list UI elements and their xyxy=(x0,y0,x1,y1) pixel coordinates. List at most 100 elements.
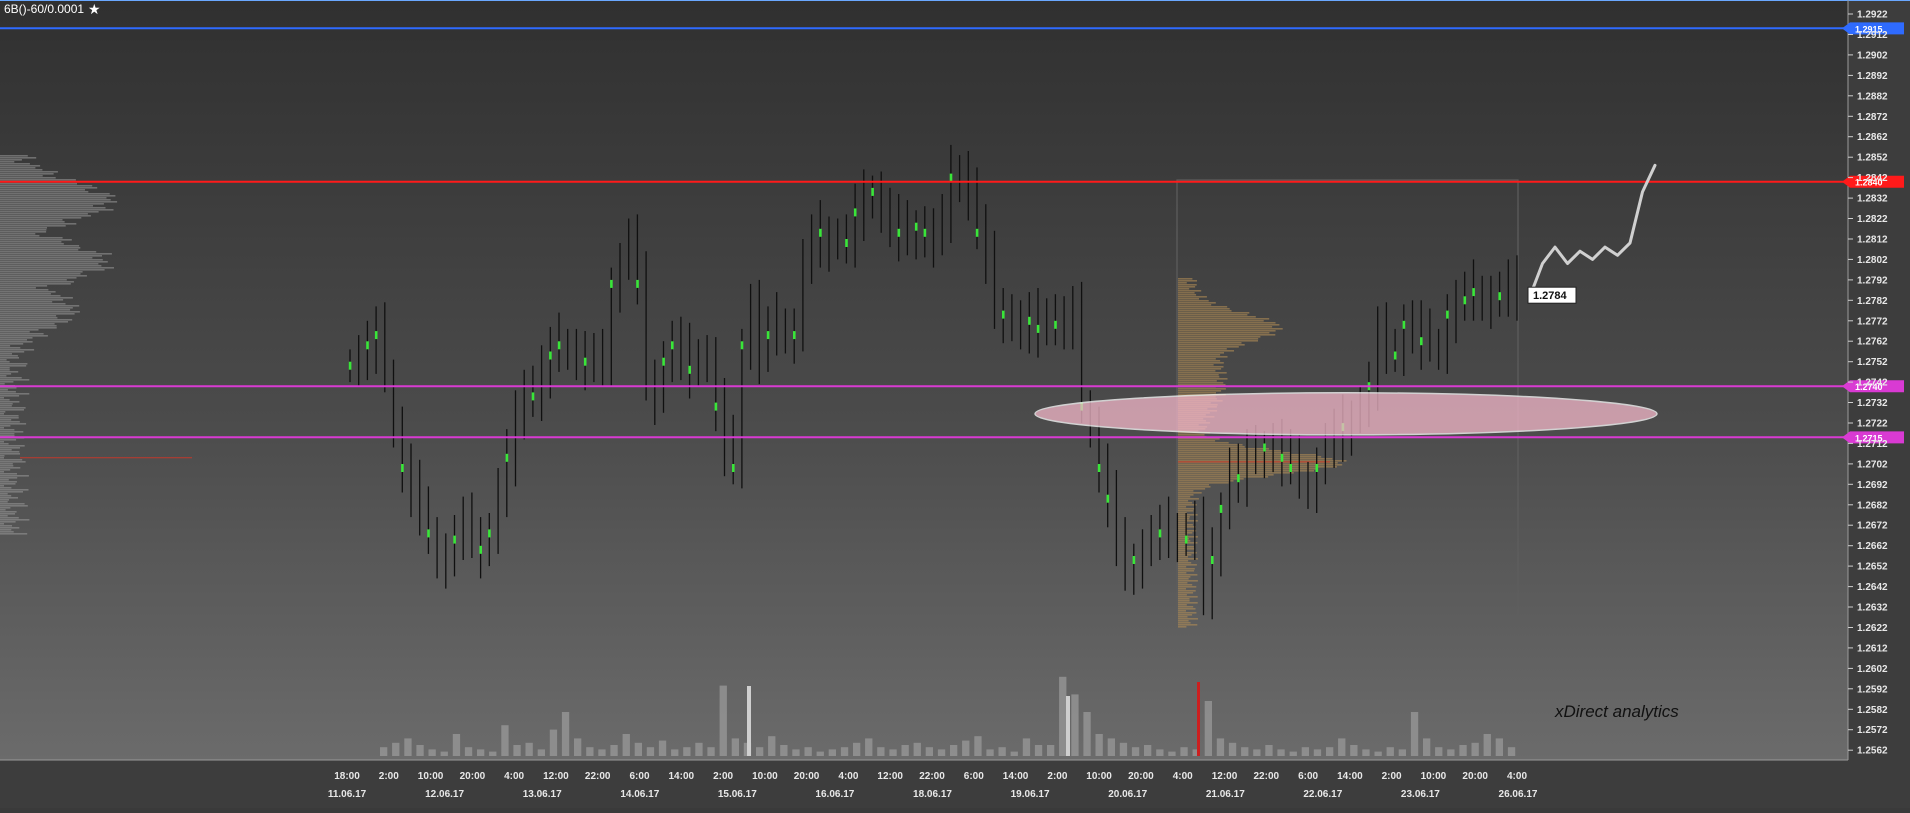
session-profile-row xyxy=(1178,608,1196,610)
volume-bar xyxy=(1447,749,1455,756)
profile-row xyxy=(0,251,97,253)
session-profile-row xyxy=(1178,622,1191,624)
profile-row xyxy=(0,279,67,281)
date-tick-label: 14.06.17 xyxy=(620,789,659,800)
volume-highlight-mark xyxy=(671,341,674,350)
time-tick-label: 12:00 xyxy=(877,771,903,782)
session-profile-row xyxy=(1178,290,1202,292)
session-profile-row xyxy=(1178,312,1250,314)
session-profile-row xyxy=(1178,510,1194,512)
session-profile-row xyxy=(1178,296,1207,298)
price-tick-label: 1.2892 xyxy=(1857,71,1888,82)
profile-row xyxy=(0,451,20,453)
session-profile-row xyxy=(1178,490,1194,492)
volume-highlight-mark xyxy=(557,341,561,350)
price-tick-label: 1.2792 xyxy=(1857,275,1888,286)
price-tick-label: 1.2872 xyxy=(1857,112,1888,123)
session-profile-row xyxy=(1178,322,1276,324)
price-tick-label: 1.2902 xyxy=(1857,50,1888,61)
volume-bar xyxy=(671,749,679,756)
session-profile-row xyxy=(1178,472,1294,474)
profile-row xyxy=(0,311,80,313)
session-profile-row xyxy=(1178,392,1216,394)
volume-bar xyxy=(392,742,400,756)
volume-bar xyxy=(804,747,812,756)
profile-row xyxy=(0,261,108,263)
price-tick-label: 1.2572 xyxy=(1857,725,1888,736)
price-tick-label: 1.2862 xyxy=(1857,132,1888,143)
profile-row xyxy=(0,313,75,315)
volume-highlight-mark xyxy=(1446,310,1449,319)
volume-bar xyxy=(816,751,824,756)
session-profile-row xyxy=(1178,616,1188,618)
session-profile-row xyxy=(1178,332,1270,334)
time-tick-label: 4:00 xyxy=(1507,771,1527,782)
volume-bar xyxy=(719,685,727,756)
plot-background xyxy=(0,0,1848,760)
session-profile-row xyxy=(1178,570,1195,572)
session-profile-row xyxy=(1178,370,1216,372)
session-profile-row xyxy=(1178,330,1276,332)
profile-row xyxy=(0,301,53,303)
session-profile-row xyxy=(1178,308,1230,310)
volume-highlight-mark xyxy=(488,529,491,538)
profile-row xyxy=(0,209,114,211)
profile-row xyxy=(0,397,4,399)
profile-row xyxy=(0,247,81,249)
profile-row xyxy=(0,529,12,531)
volume-highlight-mark xyxy=(1054,320,1057,329)
volume-bar xyxy=(598,749,606,756)
session-profile-row xyxy=(1178,624,1198,626)
volume-bar xyxy=(1289,751,1297,756)
price-tick-label: 1.2752 xyxy=(1857,357,1888,368)
volume-bar xyxy=(1301,747,1309,756)
volume-highlight-mark xyxy=(853,208,857,217)
profile-row xyxy=(0,467,21,469)
volume-bar xyxy=(1410,712,1419,756)
profile-row xyxy=(0,161,15,163)
session-profile-row xyxy=(1178,478,1244,480)
session-profile-row xyxy=(1178,388,1226,390)
volume-bar xyxy=(452,734,461,756)
time-tick-label: 22:00 xyxy=(919,771,945,782)
price-tick-label: 1.2702 xyxy=(1857,459,1888,470)
price-tick-label: 1.2642 xyxy=(1857,582,1888,593)
profile-row xyxy=(0,191,89,193)
profile-row xyxy=(0,287,36,289)
profile-row xyxy=(0,499,9,501)
session-profile-row xyxy=(1178,516,1190,518)
volume-highlight-mark xyxy=(1158,529,1162,538)
volume-bar xyxy=(780,745,788,756)
profile-row xyxy=(0,469,11,471)
profile-row xyxy=(0,483,16,485)
volume-highlight-mark xyxy=(1219,504,1223,513)
session-profile-row xyxy=(1178,482,1229,484)
session-profile-row xyxy=(1178,466,1337,468)
session-profile-row xyxy=(1178,298,1199,300)
volume-bar xyxy=(440,751,448,756)
volume-bar xyxy=(404,738,412,756)
profile-row xyxy=(0,303,66,305)
profile-row xyxy=(0,203,104,205)
price-tick-label: 1.2632 xyxy=(1857,603,1888,614)
profile-row xyxy=(0,235,40,237)
session-profile-row xyxy=(1178,328,1283,330)
favorite-star-icon[interactable]: ★ xyxy=(88,1,101,17)
price-tick-label: 1.2682 xyxy=(1857,500,1888,511)
session-profile-row xyxy=(1178,498,1199,500)
profile-row xyxy=(0,193,110,195)
volume-bar xyxy=(792,749,800,756)
price-tick-label: 1.2782 xyxy=(1857,296,1888,307)
session-profile-row xyxy=(1178,556,1188,558)
price-tick-label: 1.2722 xyxy=(1857,419,1888,430)
date-tick-label: 16.06.17 xyxy=(815,789,854,800)
profile-row xyxy=(0,253,112,255)
session-profile-row xyxy=(1178,532,1193,534)
profile-row xyxy=(0,507,11,509)
volume-bar xyxy=(1228,742,1237,756)
profile-row xyxy=(0,239,72,241)
profile-row xyxy=(0,443,9,445)
date-tick-label: 20.06.17 xyxy=(1108,789,1147,800)
profile-row xyxy=(0,333,44,335)
price-chart[interactable]: 1.29151.28401.27401.2715 1.29221.29121.2… xyxy=(0,0,1910,808)
